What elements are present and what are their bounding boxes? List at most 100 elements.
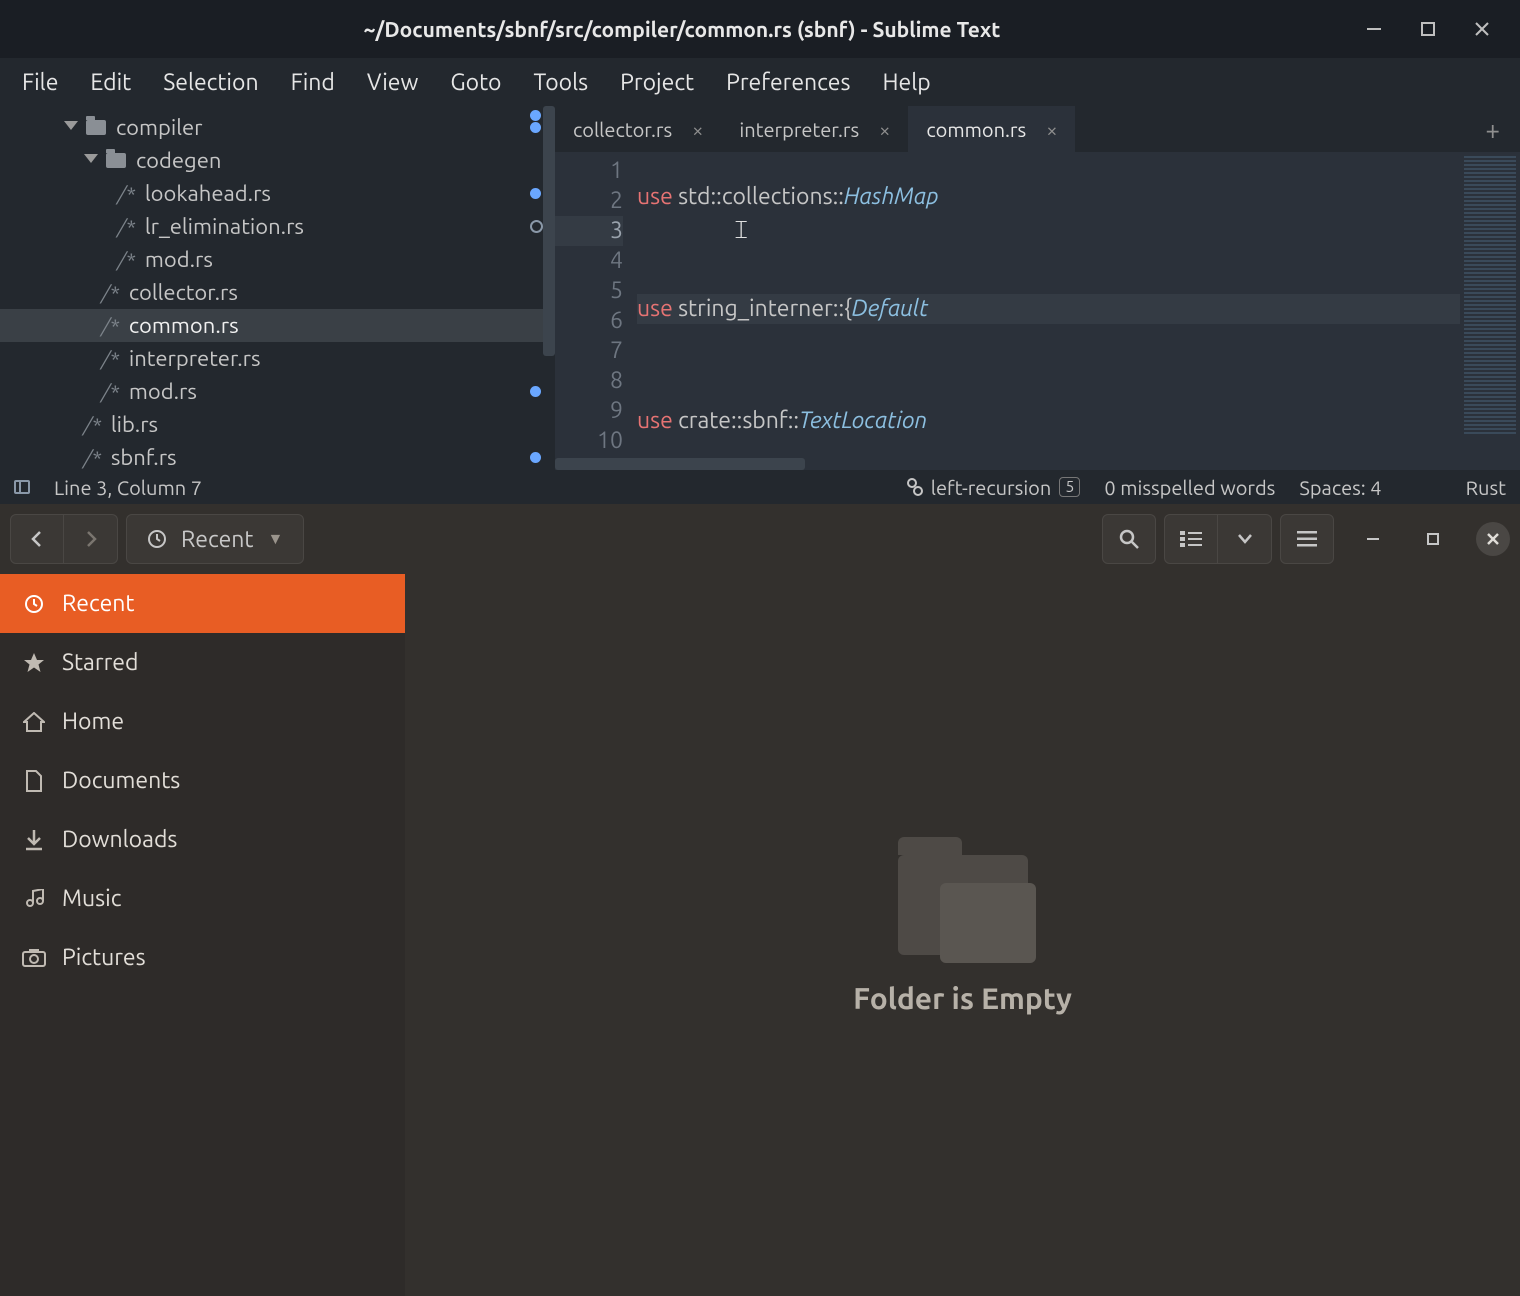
tab-interpreter[interactable]: interpreter.rs× <box>721 106 908 152</box>
tree-folder-compiler[interactable]: compiler <box>0 111 555 144</box>
sublime-titlebar[interactable]: ~/Documents/sbnf/src/compiler/common.rs … <box>0 0 1520 58</box>
code-text[interactable]: use std::collections::HashMap use string… <box>637 152 1460 470</box>
sidebar-item-downloads[interactable]: Downloads <box>0 810 405 869</box>
line-number[interactable]: 7 <box>555 336 623 366</box>
branch-name: left-recursion <box>931 476 1052 499</box>
search-button[interactable] <box>1102 514 1156 564</box>
forward-button[interactable] <box>64 514 118 564</box>
menu-file[interactable]: File <box>6 64 74 101</box>
status-git-branch[interactable]: left-recursion5 <box>907 476 1081 499</box>
file-icon: /* <box>118 248 135 271</box>
token: use <box>637 184 678 209</box>
line-number[interactable]: 2 <box>555 186 623 216</box>
minimize-button[interactable] <box>1364 19 1384 39</box>
sidebar-item-label: Documents <box>62 768 180 793</box>
menu-project[interactable]: Project <box>604 64 710 101</box>
sidebar-item-label: Starred <box>62 650 138 675</box>
file-icon: /* <box>102 314 119 337</box>
line-number[interactable]: 10 <box>555 426 623 456</box>
tab-collector[interactable]: collector.rs× <box>555 106 721 152</box>
new-tab-button[interactable]: + <box>1471 115 1514 144</box>
scrollbar-thumb[interactable] <box>555 458 805 470</box>
sidebar[interactable]: src compiler codegen /*lookahead.rs /*lr… <box>0 106 555 470</box>
back-button[interactable] <box>10 514 64 564</box>
tree-file-common[interactable]: /*common.rs <box>0 309 555 342</box>
file-label: interpreter.rs <box>129 346 261 371</box>
tree-file-collector[interactable]: /* collector.rs <box>0 276 555 309</box>
fm-maximize-button[interactable] <box>1416 522 1450 556</box>
path-bar[interactable]: Recent ▼ <box>126 514 304 564</box>
token: Default <box>852 296 929 321</box>
folder-label: src <box>96 106 124 107</box>
tree-file-lr-elimination[interactable]: /*lr_elimination.rs <box>0 210 555 243</box>
chevron-down-icon[interactable]: ▼ <box>267 530 283 549</box>
token: crate <box>678 408 731 433</box>
line-number[interactable]: 3 <box>555 216 623 246</box>
status-syntax[interactable]: Rust <box>1466 476 1506 499</box>
panel-icon <box>14 480 30 494</box>
home-icon <box>22 712 46 732</box>
sidebar-item-home[interactable]: Home <box>0 692 405 751</box>
gutter[interactable]: 1 2 3 4 5 6 7 8 9 10 <box>555 152 637 470</box>
maximize-button[interactable] <box>1418 19 1438 39</box>
token: :: <box>788 408 799 433</box>
token: use <box>637 408 678 433</box>
sidebar-scrollbar[interactable] <box>543 106 555 356</box>
menu-view[interactable]: View <box>351 64 434 101</box>
line-number[interactable]: 1 <box>555 156 623 186</box>
tree-file-sbnf[interactable]: /*sbnf.rs <box>0 441 555 470</box>
sidebar-item-music[interactable]: Music <box>0 869 405 928</box>
menu-selection[interactable]: Selection <box>147 64 274 101</box>
tree-file-mod2[interactable]: /*mod.rs <box>0 375 555 408</box>
disclosure-icon[interactable] <box>84 154 98 168</box>
tab-close-icon[interactable]: × <box>692 118 703 141</box>
panel-switcher[interactable] <box>14 480 30 494</box>
sidebar-item-recent[interactable]: Recent <box>0 574 405 633</box>
tree-file-mod1[interactable]: /*mod.rs <box>0 243 555 276</box>
menu-help[interactable]: Help <box>866 64 946 101</box>
file-icon: /* <box>118 215 135 238</box>
list-view-button[interactable] <box>1164 514 1218 564</box>
empty-folder-icon <box>898 855 1028 955</box>
view-options-button[interactable] <box>1218 514 1272 564</box>
tree-folder-codegen[interactable]: codegen <box>0 144 555 177</box>
status-indent[interactable]: Spaces: 4 <box>1299 476 1381 499</box>
line-number[interactable]: 4 <box>555 246 623 276</box>
tab-close-icon[interactable]: × <box>879 118 890 141</box>
sidebar-item-starred[interactable]: Starred <box>0 633 405 692</box>
tree-file-lookahead[interactable]: /*lookahead.rs <box>0 177 555 210</box>
horizontal-scrollbar[interactable] <box>555 458 1460 470</box>
sidebar-item-documents[interactable]: Documents <box>0 751 405 810</box>
sidebar-item-pictures[interactable]: Pictures <box>0 928 405 987</box>
menu-goto[interactable]: Goto <box>434 64 517 101</box>
download-icon <box>22 829 46 851</box>
disclosure-icon[interactable] <box>64 121 78 135</box>
tree-file-lib[interactable]: /*lib.rs <box>0 408 555 441</box>
line-number[interactable]: 9 <box>555 396 623 426</box>
menu-preferences[interactable]: Preferences <box>710 64 866 101</box>
file-label: collector.rs <box>129 280 238 305</box>
status-cursor-pos[interactable]: Line 3, Column 7 <box>54 476 202 499</box>
file-icon: /* <box>118 182 135 205</box>
file-icon: /* <box>102 281 119 304</box>
fm-minimize-button[interactable] <box>1356 522 1390 556</box>
tab-common[interactable]: common.rs× <box>908 106 1075 152</box>
status-spellcheck[interactable]: 0 misspelled words <box>1104 476 1275 499</box>
fm-content[interactable]: Folder is Empty <box>405 574 1520 1296</box>
fm-close-button[interactable] <box>1476 522 1510 556</box>
tree-file-interpreter[interactable]: /*interpreter.rs <box>0 342 555 375</box>
line-number[interactable]: 8 <box>555 366 623 396</box>
line-number[interactable]: 5 <box>555 276 623 306</box>
line-number[interactable]: 6 <box>555 306 623 336</box>
menu-find[interactable]: Find <box>275 64 351 101</box>
close-button[interactable] <box>1472 19 1492 39</box>
code-view[interactable]: 1 2 3 4 5 6 7 8 9 10 use std::collection… <box>555 152 1520 470</box>
list-icon <box>1180 530 1202 548</box>
menu-edit[interactable]: Edit <box>74 64 147 101</box>
tab-close-icon[interactable]: × <box>1046 118 1057 141</box>
file-label: sbnf.rs <box>111 445 177 470</box>
tabbar: collector.rs× interpreter.rs× common.rs×… <box>555 106 1520 152</box>
menu-tools[interactable]: Tools <box>518 64 605 101</box>
minimap[interactable] <box>1460 152 1520 470</box>
hamburger-menu[interactable] <box>1280 514 1334 564</box>
